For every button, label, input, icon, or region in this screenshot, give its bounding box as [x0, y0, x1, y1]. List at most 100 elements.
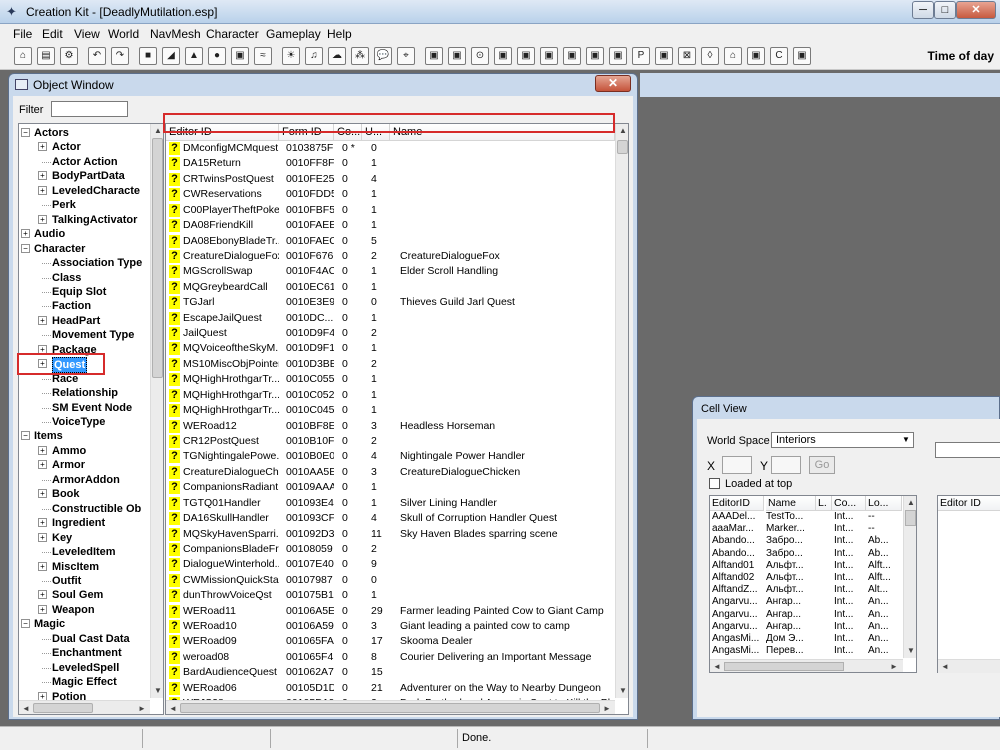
table-row[interactable]: ? MGScrollSwap 0010F4AC 0 1 Elder Scroll Hand…	[166, 264, 615, 279]
table-row[interactable]: ? CRTwinsPostQuest 0010FE25 0 4	[166, 172, 615, 187]
table-row[interactable]: ? DA16SkullHandler 001093CF 0 4 Skull of Corr…	[166, 511, 615, 526]
table-row[interactable]: ? MQVoiceoftheSkyM... 0010D9F1 0 1	[166, 341, 615, 356]
dialogue-icon[interactable]: 💬	[374, 47, 392, 65]
tool-4-icon[interactable]: ▣	[494, 47, 512, 65]
table-row[interactable]: ? MQGreybeardCall 0010EC61 0 1	[166, 280, 615, 295]
expand-icon[interactable]: +	[38, 445, 47, 455]
tool-6-icon[interactable]: ▣	[540, 47, 558, 65]
cell-row[interactable]: aaaMar... Marker... Int... --	[710, 523, 902, 535]
scroll-left-arrow-icon[interactable]: ◄	[22, 704, 30, 713]
expand-icon[interactable]: +	[38, 518, 47, 528]
animation-icon[interactable]: ♫	[305, 47, 323, 65]
table-row[interactable]: ? CreatureDialogueCh... 0010AA5E 0 3 Creature…	[166, 465, 615, 480]
filter-input[interactable]	[51, 101, 128, 117]
cell-row[interactable]: Abando... Забро... Int... Ab...	[710, 548, 902, 560]
scroll-up-arrow-icon[interactable]: ▲	[619, 126, 627, 135]
cell-row[interactable]: Angarvu... Ангар... Int... An...	[710, 609, 902, 621]
minimize-button[interactable]: ─	[912, 1, 934, 19]
table-row[interactable]: ? CR12PostQuest 0010B10F 0 2	[166, 434, 615, 449]
collapse-icon[interactable]: −	[21, 243, 30, 253]
tool-2-icon[interactable]: ▣	[448, 47, 466, 65]
collapse-icon[interactable]: −	[21, 128, 30, 137]
table-row[interactable]: ? WERoad10 00106A59 0 3 Giant leading a paint…	[166, 619, 615, 634]
menu-gameplay[interactable]: Gameplay	[266, 27, 321, 41]
cell-scroll-thumb[interactable]	[905, 510, 916, 526]
fog-icon[interactable]: ☁	[328, 47, 346, 65]
table-row[interactable]: ? WERoad06 00105D1D 0 21 Adventurer on the Wa…	[166, 681, 615, 696]
x-coordinate-input[interactable]	[722, 456, 752, 474]
tree-scroll-thumb[interactable]	[152, 138, 163, 378]
expand-icon[interactable]: +	[38, 142, 47, 152]
cell-column-lo[interactable]: Lo...	[866, 496, 902, 511]
light-icon[interactable]: ☀	[282, 47, 300, 65]
open-icon[interactable]: ⌂	[14, 47, 32, 65]
close-button[interactable]: ✕	[956, 1, 996, 19]
table-row[interactable]: ? DA08FriendKill 0010FAEE 0 1	[166, 218, 615, 233]
menu-edit[interactable]: Edit	[42, 27, 63, 41]
table-row[interactable]: ? CWReservations 0010FDD5 0 1	[166, 187, 615, 202]
table-row[interactable]: ? WERoad12 0010BF8E 0 3 Headless Horseman	[166, 419, 615, 434]
table-row[interactable]: ? weroad08 001065F4 0 8 Courier Delivering an…	[166, 650, 615, 665]
tool-16-icon[interactable]: C	[770, 47, 788, 65]
landscape-icon[interactable]: ▣	[231, 47, 249, 65]
go-button[interactable]: Go	[809, 456, 835, 474]
table-row[interactable]: ? WERoad11 00106A5E 0 29 Farmer leading Paint…	[166, 604, 615, 619]
menu-file[interactable]: File	[13, 27, 32, 41]
cell-row[interactable]: AngasMi... Перев... Int... An...	[710, 645, 902, 657]
cell-references-list[interactable]: Editor ID ◄	[937, 495, 1000, 673]
list-horizontal-scrollbar[interactable]: ◄ ►	[166, 700, 615, 714]
tool-7-icon[interactable]: ▣	[563, 47, 581, 65]
table-row[interactable]: ? DA15Return 0010FF8F 0 1	[166, 156, 615, 171]
table-row[interactable]: ? JailQuest 0010D9F4 0 2	[166, 326, 615, 341]
scroll-down-arrow-icon[interactable]: ▼	[907, 646, 915, 655]
expand-icon[interactable]: +	[38, 561, 47, 571]
menu-world[interactable]: World	[108, 27, 139, 41]
scroll-down-arrow-icon[interactable]: ▼	[154, 686, 162, 695]
table-row[interactable]: ? CWMissionQuickStart 00107987 0 0	[166, 573, 615, 588]
table-row[interactable]: ? WERoad09 001065FA 0 17 Skooma Dealer	[166, 634, 615, 649]
category-tree[interactable]: − Actors + Actor Actor Action + BodyPartData + L…	[18, 123, 164, 715]
scroll-down-arrow-icon[interactable]: ▼	[619, 686, 627, 695]
tool-14-icon[interactable]: ⌂	[724, 47, 742, 65]
table-row[interactable]: ? MQSkyHavenSparri... 001092D3 0 11 Sky Haven…	[166, 527, 615, 542]
tool-15-icon[interactable]: ▣	[747, 47, 765, 65]
list-hscroll-thumb[interactable]	[180, 703, 600, 713]
menu-help[interactable]: Help	[327, 27, 352, 41]
table-row[interactable]: ? CompanionsBladeFr... 00108059 0 2	[166, 542, 615, 557]
object-window-title-bar[interactable]: Object Window ✕	[9, 74, 637, 96]
table-row[interactable]: ? MQHighHrothgarTr... 0010C045 0 1	[166, 403, 615, 418]
tool-10-icon[interactable]: P	[632, 47, 650, 65]
tree-vertical-scrollbar[interactable]: ▲ ▼	[150, 124, 163, 698]
chevron-down-icon[interactable]: ▼	[899, 433, 913, 447]
list-scroll-thumb[interactable]	[617, 140, 628, 154]
cell-hscroll-thumb[interactable]	[724, 662, 844, 671]
tool-13-icon[interactable]: ◊	[701, 47, 719, 65]
cell-list-vscrollbar[interactable]: ▲ ▼	[903, 496, 916, 658]
table-row[interactable]: ? dunThrowVoiceQst 001075B1 0 1	[166, 588, 615, 603]
cell-row[interactable]: AAADel... TestTo... Int... --	[710, 511, 902, 523]
save-icon[interactable]: ▤	[37, 47, 55, 65]
cell-list[interactable]: EditorID Name L. Co... Lo... AAADel... Te…	[709, 495, 917, 673]
water-icon[interactable]: ≈	[254, 47, 272, 65]
cell-row[interactable]: Angarvu... Ангар... Int... An...	[710, 621, 902, 633]
table-row[interactable]: ? DialogueWinterhold... 00107E40 0 9	[166, 557, 615, 572]
expand-icon[interactable]: +	[38, 171, 47, 181]
table-row[interactable]: ? CreatureDialogueFox 0010F676 0 2 CreatureDi…	[166, 249, 615, 264]
cell-row[interactable]: Angarvu... Ангар... Int... An...	[710, 596, 902, 608]
marker-icon[interactable]: ◢	[162, 47, 180, 65]
cell-row[interactable]: AngasMi... Дом Э... Int... An...	[710, 633, 902, 645]
cell-column-l[interactable]: L.	[816, 496, 832, 511]
table-row[interactable]: ? CompanionsRadiant... 00109AAA 0 1	[166, 480, 615, 495]
table-row[interactable]: ? MQHighHrothgarTr... 0010C052 0 1	[166, 388, 615, 403]
sky-icon[interactable]: ●	[208, 47, 226, 65]
references-hscrollbar[interactable]: ◄	[938, 659, 1000, 673]
loaded-at-top-checkbox[interactable]	[709, 478, 720, 489]
scroll-right-arrow-icon[interactable]: ►	[890, 662, 898, 671]
tool-9-icon[interactable]: ▣	[609, 47, 627, 65]
cell-row[interactable]: Abando... Забро... Int... Ab...	[710, 535, 902, 547]
table-row[interactable]: ? BardAudienceQuest 001062A7 0 15	[166, 665, 615, 680]
expand-icon[interactable]: +	[38, 460, 47, 470]
expand-icon[interactable]: +	[38, 185, 47, 195]
world-space-dropdown[interactable]: Interiors ▼	[771, 432, 914, 448]
menu-view[interactable]: View	[74, 27, 100, 41]
